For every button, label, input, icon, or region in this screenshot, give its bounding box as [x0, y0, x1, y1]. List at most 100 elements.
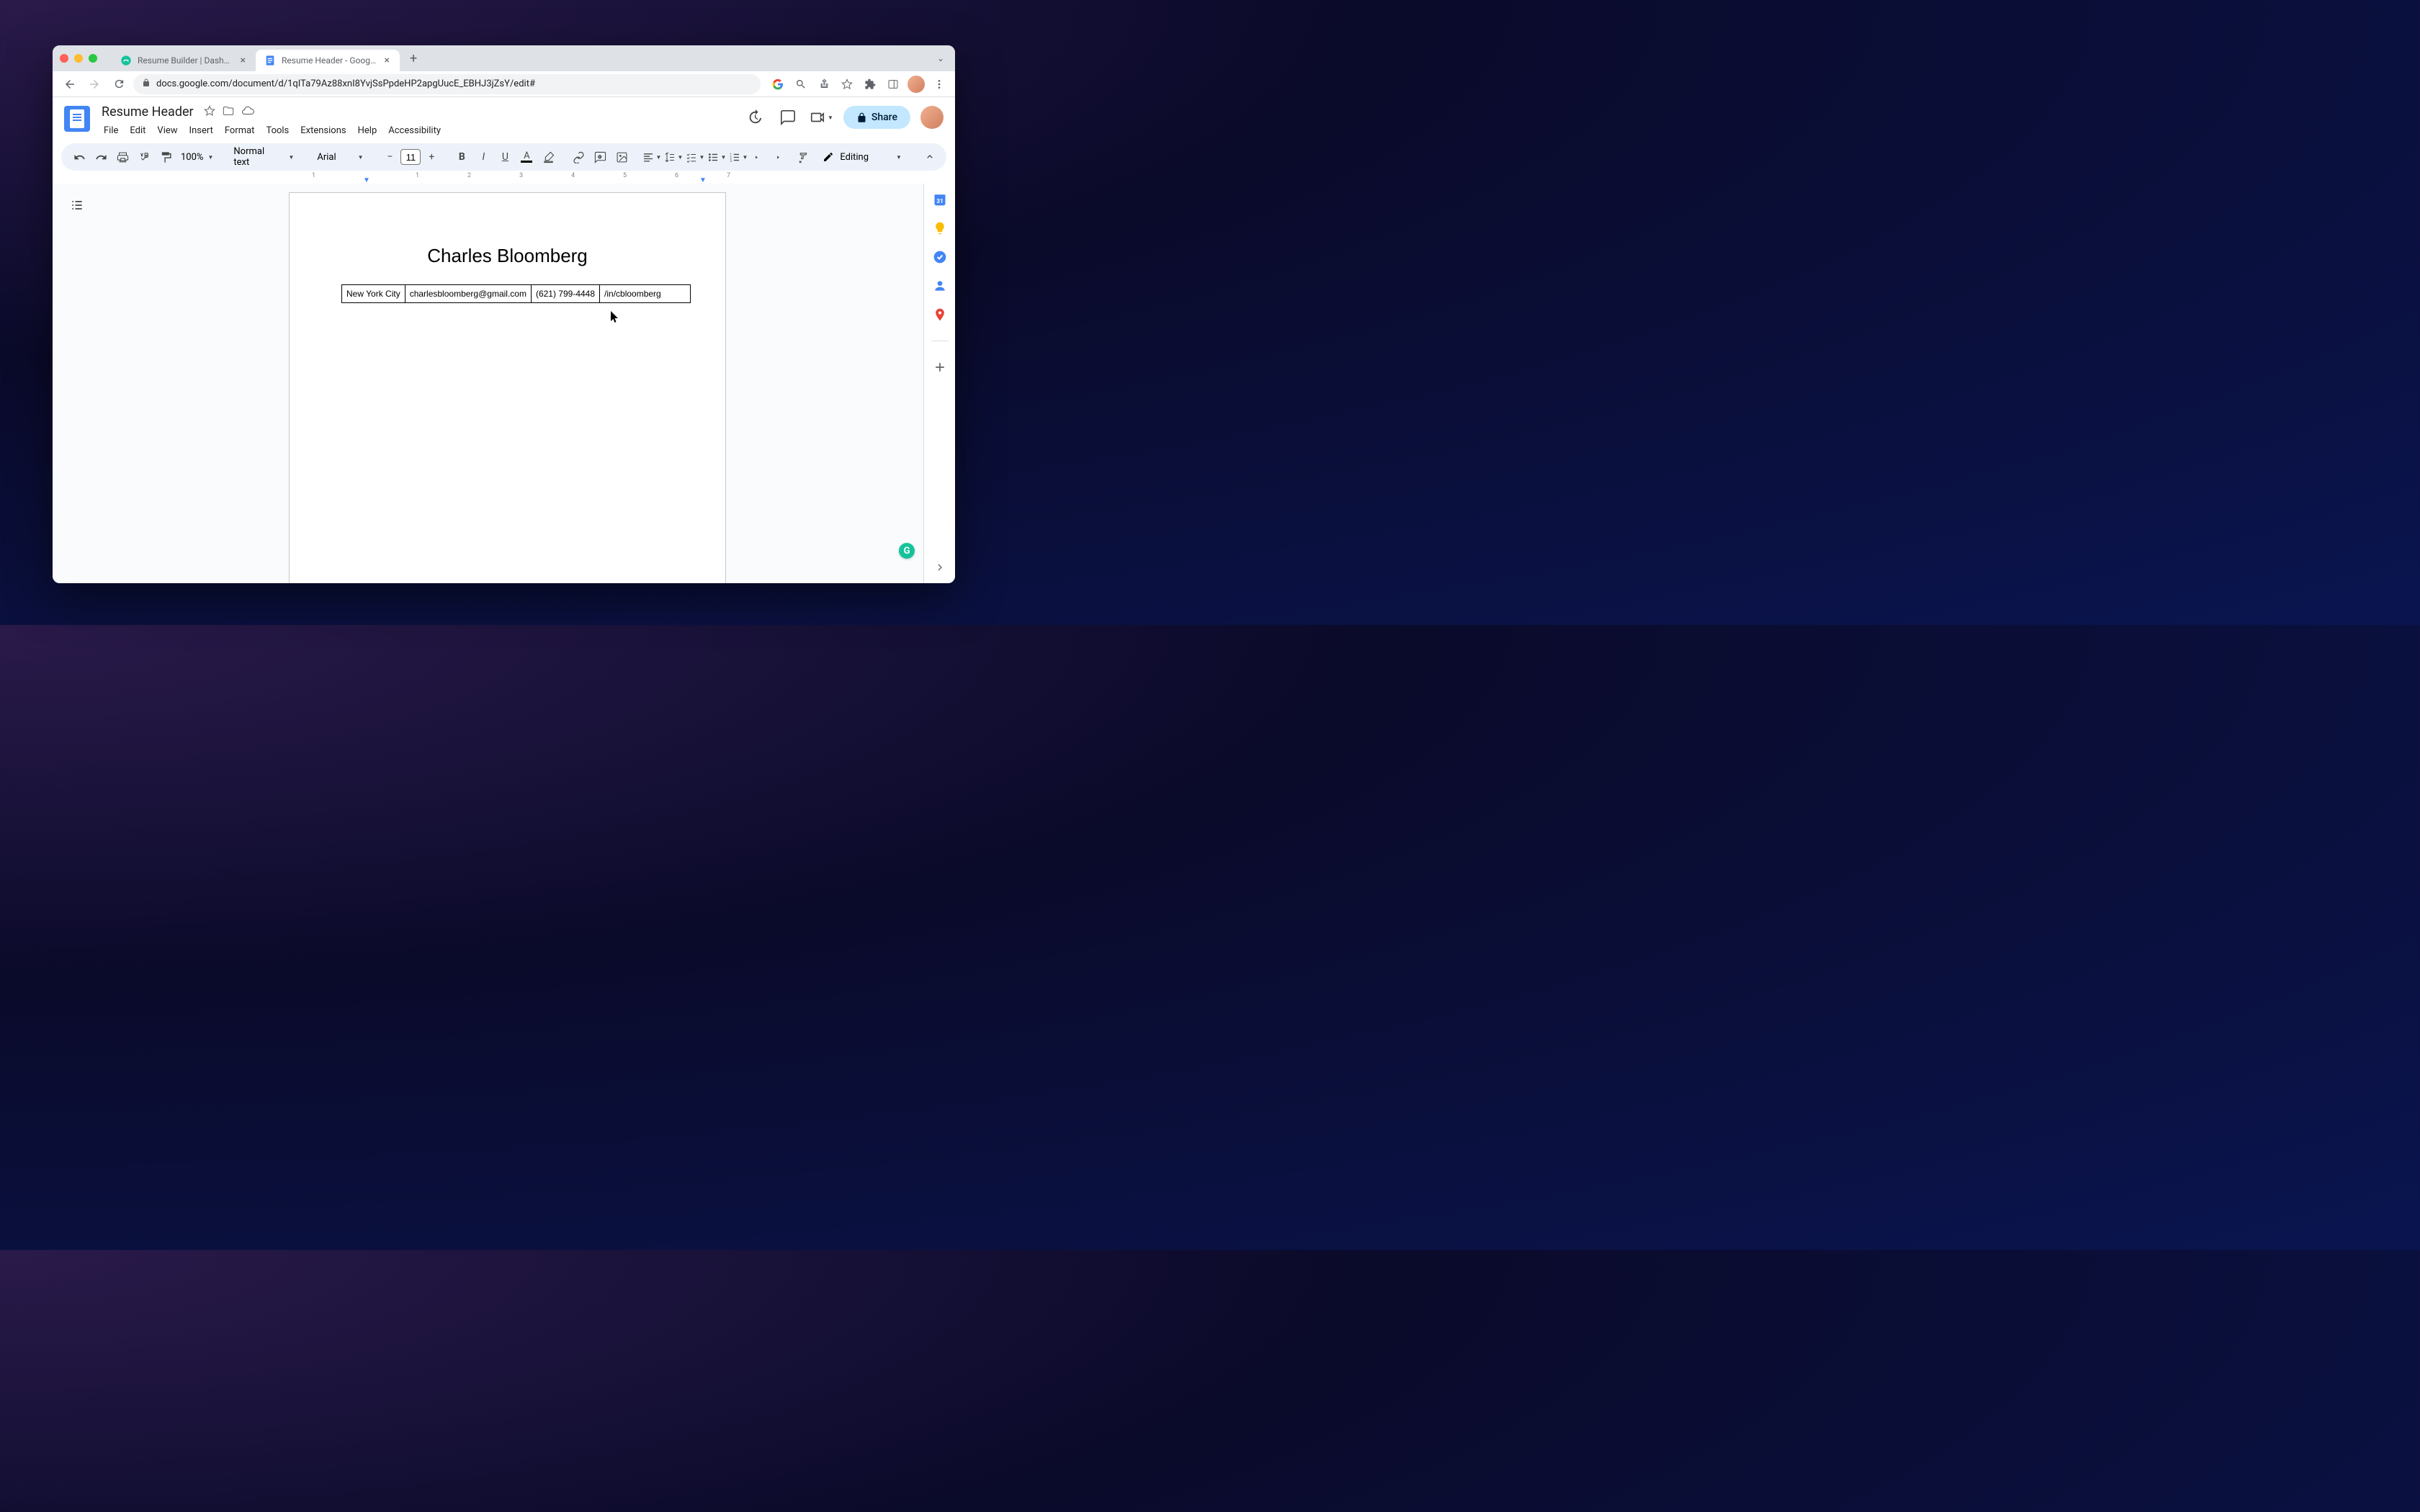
font-size-input[interactable] — [400, 149, 421, 165]
decrease-indent-button[interactable] — [750, 148, 769, 166]
keep-icon[interactable] — [933, 221, 947, 235]
menu-accessibility[interactable]: Accessibility — [383, 122, 446, 139]
mode-label: Editing — [840, 152, 869, 163]
chevron-down-icon: ▼ — [896, 154, 902, 161]
reload-button[interactable] — [109, 74, 129, 94]
italic-button[interactable]: I — [474, 148, 493, 166]
insert-link-button[interactable] — [569, 148, 588, 166]
chevron-down-icon: ▼ — [720, 154, 726, 161]
checklist-button[interactable]: ▼ — [686, 148, 704, 166]
numbered-list-button[interactable]: 123 ▼ — [729, 148, 748, 166]
arrow-left-icon — [63, 78, 76, 91]
document-scroll-area[interactable]: Charles Bloomberg New York City charlesb… — [73, 184, 955, 583]
hide-sidepanel-icon[interactable] — [934, 562, 946, 576]
meet-button[interactable]: ▼ — [810, 109, 833, 125]
contact-linkedin-cell[interactable]: /in/cbloomberg — [600, 285, 691, 303]
horizontal-ruler[interactable]: 1 ▼ 1 2 3 4 5 6 ▼ 7 — [61, 172, 946, 184]
back-button[interactable] — [60, 74, 80, 94]
forward-button[interactable] — [84, 74, 104, 94]
increase-font-button[interactable]: + — [422, 148, 441, 166]
docs-toolbar: 100% ▼ Normal text ▼ Arial ▼ − + B I U A — [61, 143, 946, 171]
add-addon-icon[interactable] — [933, 360, 947, 374]
text-color-button[interactable]: A — [517, 148, 536, 166]
url-input[interactable]: docs.google.com/document/d/1qITa79Az88xn… — [133, 74, 761, 94]
maximize-window-button[interactable] — [89, 54, 97, 63]
star-icon[interactable] — [204, 105, 215, 120]
account-avatar-icon[interactable] — [920, 106, 944, 129]
move-icon[interactable] — [223, 105, 234, 120]
undo-button[interactable] — [70, 148, 89, 166]
menu-help[interactable]: Help — [353, 122, 382, 139]
tab-title: Resume Header - Google Docs — [282, 55, 377, 66]
insert-comment-button[interactable] — [591, 148, 609, 166]
print-button[interactable] — [113, 148, 132, 166]
paint-format-button[interactable] — [156, 148, 175, 166]
align-button[interactable]: ▼ — [642, 148, 661, 166]
editing-mode-select[interactable]: Editing ▼ — [815, 151, 909, 163]
profile-avatar-icon[interactable] — [908, 76, 925, 93]
cloud-status-icon[interactable] — [241, 104, 254, 120]
maps-icon[interactable] — [933, 307, 947, 322]
spellcheck-button[interactable] — [135, 148, 153, 166]
sidepanel-toggle-icon[interactable] — [884, 76, 902, 93]
grammarly-badge-icon[interactable]: G — [899, 543, 915, 559]
decrease-font-button[interactable]: − — [380, 148, 399, 166]
calendar-icon[interactable]: 31 — [933, 192, 947, 207]
highlight-color-button[interactable] — [539, 148, 557, 166]
clear-formatting-button[interactable] — [794, 148, 812, 166]
tasks-icon[interactable] — [933, 250, 947, 264]
collapse-toolbar-button[interactable] — [920, 148, 939, 166]
line-spacing-button[interactable]: ▼ — [664, 148, 683, 166]
contacts-icon[interactable] — [933, 279, 947, 293]
docs-header: Resume Header File Edit View Insert Form… — [53, 97, 955, 139]
menu-file[interactable]: File — [99, 122, 123, 139]
close-tab-icon[interactable]: × — [383, 55, 391, 66]
tab-google-docs[interactable]: Resume Header - Google Docs × — [256, 50, 400, 71]
chevron-down-icon: ▼ — [207, 154, 213, 161]
paragraph-style-select[interactable]: Normal text ▼ — [228, 146, 300, 168]
menu-extensions[interactable]: Extensions — [295, 122, 351, 139]
contact-city-cell[interactable]: New York City — [342, 285, 405, 303]
menu-insert[interactable]: Insert — [184, 122, 218, 139]
menu-view[interactable]: View — [152, 122, 182, 139]
menu-tools[interactable]: Tools — [261, 122, 294, 139]
new-tab-button[interactable]: + — [405, 51, 421, 66]
minimize-window-button[interactable] — [74, 54, 83, 63]
document-page[interactable]: Charles Bloomberg New York City charlesb… — [289, 192, 726, 583]
share-button[interactable]: Share — [843, 106, 910, 129]
share-url-icon[interactable] — [815, 76, 833, 93]
redo-button[interactable] — [91, 148, 110, 166]
menu-icon[interactable] — [931, 76, 948, 93]
docs-logo-icon[interactable] — [64, 106, 90, 132]
resume-builder-favicon-icon — [120, 55, 132, 66]
menu-edit[interactable]: Edit — [125, 122, 151, 139]
resume-name-heading[interactable]: Charles Bloomberg — [341, 245, 673, 267]
bulleted-list-button[interactable]: ▼ — [707, 148, 726, 166]
document-title[interactable]: Resume Header — [99, 103, 197, 121]
zoom-icon[interactable] — [792, 76, 810, 93]
table-row[interactable]: New York City charlesbloomberg@gmail.com… — [342, 285, 691, 303]
tab-overflow-icon[interactable]: ⌄ — [937, 53, 944, 63]
vertical-ruler[interactable] — [55, 191, 65, 583]
font-family-select[interactable]: Arial ▼ — [311, 152, 369, 163]
chevron-down-icon: ▼ — [742, 154, 748, 161]
insert-image-button[interactable] — [612, 148, 631, 166]
bookmark-icon[interactable] — [838, 76, 856, 93]
document-outline-button[interactable] — [67, 195, 87, 215]
tab-resume-builder[interactable]: Resume Builder | Dashboard × — [112, 50, 256, 71]
contact-email-cell[interactable]: charlesbloomberg@gmail.com — [405, 285, 531, 303]
bold-button[interactable]: B — [452, 148, 471, 166]
close-tab-icon[interactable]: × — [239, 55, 247, 66]
history-icon[interactable] — [743, 106, 766, 129]
increase-indent-button[interactable] — [772, 148, 791, 166]
svg-text:3: 3 — [730, 159, 732, 163]
contact-info-table[interactable]: New York City charlesbloomberg@gmail.com… — [341, 284, 691, 303]
google-account-icon[interactable] — [769, 76, 786, 93]
contact-phone-cell[interactable]: (621) 799-4448 — [531, 285, 599, 303]
extensions-icon[interactable] — [861, 76, 879, 93]
underline-button[interactable]: U — [496, 148, 514, 166]
menu-format[interactable]: Format — [220, 122, 260, 139]
comment-icon[interactable] — [776, 106, 799, 129]
zoom-select[interactable]: 100% ▼ — [178, 152, 216, 163]
close-window-button[interactable] — [60, 54, 68, 63]
